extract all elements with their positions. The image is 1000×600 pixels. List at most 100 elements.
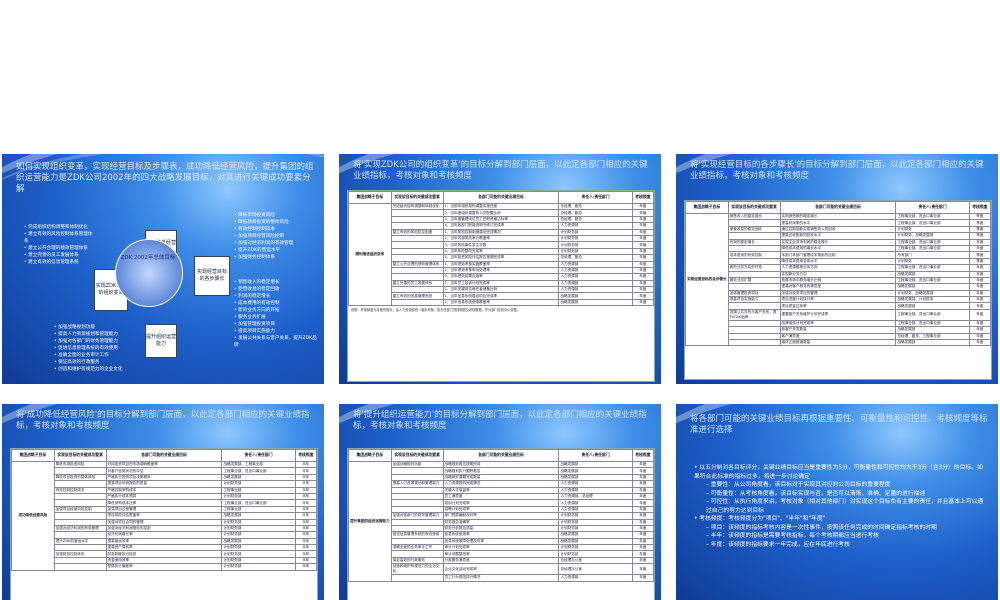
table-cell: 半年 — [294, 563, 318, 571]
table-cell: 战略发展部 — [558, 298, 633, 307]
center-goal — [115, 239, 183, 307]
left-list: 完成组织结构调整和体制优化建立有效的风险控制体系管理体系建立公开合理的绩效管理体… — [24, 224, 94, 266]
table-cell: 员工行为规范执行情况 — [442, 574, 560, 582]
list-item: 建立有效的信息管理系统 — [24, 259, 94, 266]
slide-5[interactable]: 将'提升组织运营能力'的目标分解到部门层面，以此定各部门相应的关键业绩指标，考核… — [339, 404, 661, 600]
list-item: 加强财务控制体系 — [234, 254, 318, 261]
table-cell: 重要客户关系维护计划完成率 — [779, 308, 897, 321]
list-item: 降低市场投资风险 — [234, 212, 318, 219]
table-cell: 总经理办公室 — [558, 563, 633, 576]
list-item: 提高人力资源规划和管理能力 — [54, 331, 144, 338]
list-item: 建立完善的员工发展体系 — [24, 252, 94, 259]
column-header: 实现该目标的关键成功要素 — [390, 191, 444, 204]
list-item: 加强对经济利润的有效管理 — [234, 240, 318, 247]
table-cell: 提高人力资源规划和管理能力 — [390, 480, 444, 488]
group-cell: 顺利推进组织变革 — [348, 202, 392, 307]
column-header: 集团战略子目标 — [348, 191, 392, 204]
box-bottom: 提升组织运营能力 — [145, 324, 177, 358]
list-item: 使营收息的稳定回收 — [234, 286, 318, 293]
slide-1[interactable]: 如何实现组织变革，实现经营目标及步骤表，成功降低经营风险，提升集团的组织运营能力… — [2, 154, 324, 384]
table-cell: 企业文化活动完成率 — [442, 563, 560, 576]
slide-3[interactable]: 将'实现经营目标的各步骤长'的目标分解到部门层面，以此定各部门相应的关键业绩指标… — [676, 154, 998, 384]
bullet-item: 重要性：从公司角度看，该目标对于实现其对应的公司目标的重要程度 — [694, 481, 986, 490]
list-item: 加强项目经营风险控制 — [234, 233, 318, 240]
column-header: 各部门可能的关键业绩目标 — [105, 449, 223, 462]
table-cell: 工程事业部、进出口事业部 — [895, 308, 970, 321]
kpi-table-panel: 集团战略子目标 实现该目标的关键成功要素 各部门可能的关键业绩目标 责任人/责任部门考… — [684, 200, 992, 380]
table-row: 员工行为规范执行情况 人力资源部 年度 — [349, 574, 655, 582]
table-cell: 人力资源部 — [558, 574, 633, 582]
table-cell: 年度 — [631, 563, 655, 576]
list-item: 建立有效的风险控制体系管理体系 — [24, 231, 94, 245]
table-row: 创造和维护有规范力的企业文化 企业文化活动完成率 总经理办公室 年度 — [349, 563, 655, 576]
table-note: 说明：考核频度为年度的指标，由人力资源部统一组织考核；各责任部门须按期提交考核数… — [351, 308, 520, 313]
slide-title: 将各部门可能的关键业绩目标再根据重要性、可衡量性和可控性、考核频度等标准进行选择 — [690, 414, 988, 435]
bullet-item: 以五分制对各目标评分，关键业绩目标应当是重要性为5分，可衡量性和可控性均大于3分… — [694, 464, 986, 481]
list-item: 降低项目投资的整体风险 — [234, 219, 318, 226]
table-cell: 加强对经济利润的有效管理 — [53, 524, 107, 533]
column-header: 考核频度 — [631, 191, 655, 204]
column-header: 各部门可能的关键业绩目标 — [442, 191, 560, 204]
table-header-row: 集团战略子目标 实现该目标的关键成功要素 各部门可能的关键业绩目标 责任人/责任部门考… — [348, 191, 655, 204]
table-row: 媒体正面报道数量 战略发展部 年度 — [686, 338, 992, 347]
table-row: 预算执行偏差率 计划财务部 半年 — [12, 563, 318, 571]
table-cell: 2、当年信息系统使用覆盖率 — [442, 298, 560, 307]
table-row: 发展公共关系与客户关系，提升ZDK品牌 重要客户关系维护计划完成率 工程事业部、进出… — [686, 308, 992, 321]
slide-6[interactable]: 将各部门可能的关键业绩目标再根据重要性、可衡量性和可控性、考核频度等标准进行选择… — [676, 404, 998, 600]
group-cell: 实现经营目标的各步骤长 — [685, 212, 729, 347]
list-item: 创造和维护有规范力的企业文化 — [54, 366, 144, 373]
list-item: 加强战略规划功能 — [54, 324, 144, 331]
bullet-item: 可衡量性：从考核角度看，该目标实现与否，是否可以清晰、准确、定量的进行描述 — [694, 490, 986, 499]
list-item: 有效控制控制成本 — [234, 226, 318, 233]
table-cell: 预算执行偏差率 — [105, 563, 223, 571]
group-cell: 成功降低经营风险 — [11, 461, 55, 571]
slide-title: 将'实现ZDK公司的组织变革'的目标分解到部门层面，以此定各部门相应的关键业绩指… — [353, 160, 648, 181]
list-item: 加强管理投资项目 — [234, 321, 318, 328]
column-header: 责任人/责任部门 — [895, 201, 970, 214]
table-cell: 促进信息管理系统的有效使用 — [390, 531, 444, 539]
column-header: 责任人/责任部门 — [558, 449, 633, 462]
column-header: 考核频度 — [294, 449, 318, 462]
table-cell: 加强对各部门的财务管理能力 — [390, 512, 444, 520]
bottom-list: 加强战略规划功能提高人力资源规划和管理能力加强对各部门的财务管理能力促进信息管理… — [54, 324, 144, 373]
kpi-table: 集团战略子目标 实现该目标的关键成功要素 各部门可能的关键业绩目标 责任人/责任部门考… — [348, 449, 655, 582]
bullet-item: 项目：该频度的指标考核内容是一次性事件，按照该任务完成的时间确定指标考核的时期 — [694, 524, 986, 533]
table-cell: 计划财务部 — [221, 563, 296, 571]
kpi-table-panel: 集团战略子目标 实现该目标的关键成功要素 各部门可能的关键业绩目标 责任人/责任部门考… — [10, 448, 318, 600]
list-item: 建立公开合理的绩效管理体系 — [24, 245, 94, 252]
right-list-bottom: 销售收入的稳定增长使营收息的稳定回收利润的稳定增长成本费用的有效控制新的业务方向… — [234, 279, 318, 349]
kpi-table: 集团战略子目标 实现该目标的关键成功要素 各部门可能的关键业绩目标 责任人/责任部门考… — [685, 201, 992, 347]
table-row: 2、当年信息系统使用覆盖率 战略发展部 年度 — [349, 298, 655, 307]
table-cell: 年度 — [631, 298, 655, 307]
slide-title: 将'提升组织运营能力'的目标分解到部门层面，以此定各部门相应的关键业绩指标，考核… — [353, 410, 647, 431]
column-header: 各部门可能的关键业绩目标 — [779, 201, 897, 214]
table-cell: 完成组织结构调整和体制优化 — [390, 202, 444, 211]
list-item: 完成组织结构调整和体制优化 — [24, 224, 94, 231]
table-cell: 媒体正面报道数量 — [779, 338, 897, 347]
bullet-item: 半年：该频度的指标是需要考核指标，每个考核期都应当进行考核 — [694, 532, 986, 541]
table-cell: 战略发展部 — [895, 338, 970, 347]
bullet-item: 可控性：从执行角度来讲，考核对象（相对其他部门）对实现这个目标负有主要的责任，并… — [694, 498, 986, 515]
bullet-item: 年度：该频度的指标要求一年完成，应在年底进行考核 — [694, 541, 986, 550]
list-item: 成本费用的有效控制 — [234, 300, 318, 307]
table-header-row: 集团战略子目标 实现该目标的关键成功要素 各部门可能的关键业绩目标 责任人/责任部门考… — [11, 449, 318, 462]
column-header: 集团战略子目标 — [685, 201, 729, 214]
column-header: 责任人/责任部门 — [558, 191, 633, 204]
column-header: 集团战略子目标 — [348, 449, 392, 462]
column-header: 各部门可能的关键业绩目标 — [442, 449, 560, 462]
list-item: 提升ZDK的营运水平 — [234, 247, 318, 254]
list-item: 新的业务方向的开拓 — [234, 307, 318, 314]
slide-2[interactable]: 将'实现ZDK公司的组织变革'的目标分解到部门层面，以此定各部门相应的关键业绩指… — [339, 154, 661, 384]
kpi-table-panel: 集团战略子目标 实现该目标的关键成功要素 各部门可能的关键业绩目标 责任人/责任部门考… — [347, 448, 655, 600]
table-cell: 创造和维护有规范力的企业文化 — [390, 563, 444, 576]
slide-title: 将'成功降低经营风险'的目标分解到部门层面，以此定各部门相应的关键业绩指标，考核… — [16, 410, 310, 431]
slide-title: 如何实现组织变革，实现经营目标及步骤表，成功降低经营风险，提升集团的组织运营能力… — [16, 162, 314, 194]
center-goal-text: ZDK 2002年总体目标 — [120, 255, 176, 261]
list-item: 加强对各部门的财务管理能力 — [54, 338, 144, 345]
table-cell: 年度 — [631, 574, 655, 582]
table-cell — [727, 338, 781, 347]
slide-4[interactable]: 将'成功降低经营风险'的目标分解到部门层面，以此定各部门相应的关键业绩指标，考核… — [2, 404, 324, 600]
list-item: 准确全面的业务审计工作 — [54, 352, 144, 359]
table-cell: 建立公开合理的绩效管理体系 — [390, 260, 444, 268]
column-header: 集团战略子目标 — [11, 449, 55, 462]
